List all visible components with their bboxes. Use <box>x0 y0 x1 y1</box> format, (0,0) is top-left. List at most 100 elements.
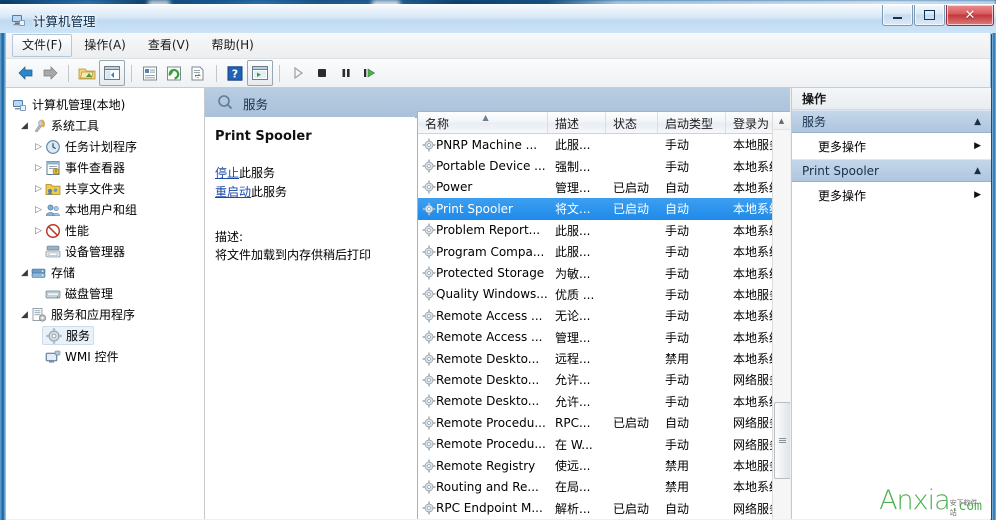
cell-description: 将文... <box>555 202 591 217</box>
start-service-button[interactable] <box>286 61 310 85</box>
column-header-status[interactable]: 状态 <box>606 112 658 133</box>
tree-item-storage[interactable]: ◢ 存储 <box>10 262 204 283</box>
tree-item-disk-management[interactable]: 磁盘管理 <box>10 283 204 304</box>
cell-name: Remote Deskto... <box>418 373 548 387</box>
table-row[interactable]: Routing and Re... 在局... 禁用 本地系统 <box>418 476 790 497</box>
chevron-up-icon[interactable]: ▲ <box>974 117 981 127</box>
table-row[interactable]: Remote Deskto... 允许... 手动 网络服务 <box>418 369 790 390</box>
tree-item-performance[interactable]: ▷ 性能 <box>10 220 204 241</box>
toolbar-separator-1 <box>68 64 69 82</box>
folder-up-icon <box>78 68 96 80</box>
cell-status: 已启动 <box>613 416 650 431</box>
table-row[interactable]: Print Spooler 将文... 已启动 自动 本地系统 <box>418 198 790 220</box>
stop-service-link[interactable]: 停止 <box>215 166 239 180</box>
forward-button[interactable] <box>38 61 62 85</box>
tree-item-task-scheduler[interactable]: ▷ 任务计划程序 <box>10 136 204 157</box>
menu-help[interactable]: 帮助(H) <box>201 34 263 56</box>
menu-view[interactable]: 查看(V) <box>138 34 200 56</box>
table-row[interactable]: Quality Windows... 优质 ... 手动 本地服务 <box>418 284 790 305</box>
column-header-description[interactable]: 描述 <box>548 112 606 133</box>
table-row[interactable]: PNRP Machine ... 此服... 手动 本地服务 <box>418 134 790 155</box>
minimize-button[interactable] <box>882 5 913 26</box>
tree-label: 存储 <box>51 266 76 280</box>
expand-collapse-icon[interactable]: ▷ <box>32 184 45 194</box>
tree-item-wmi-control[interactable]: WMI 控件 <box>10 346 204 367</box>
show-hide-tree-button[interactable] <box>99 60 125 86</box>
services-pane-title: 服务 <box>243 97 269 112</box>
service-gear-icon <box>422 138 436 151</box>
scroll-up-button[interactable]: ▲ <box>773 112 790 130</box>
console-view-button[interactable] <box>247 60 273 86</box>
table-row[interactable]: Protected Storage 为敏... 手动 本地系统 <box>418 262 790 283</box>
expand-collapse-icon[interactable]: ▷ <box>32 205 45 215</box>
computer-management-icon <box>12 15 25 26</box>
tree-item-services-and-apps[interactable]: ◢ 服务和应用程序 <box>10 304 204 325</box>
table-row[interactable]: Remote Registry 使远... 禁用 本地服务 <box>418 455 790 476</box>
export-list-button[interactable] <box>186 61 210 85</box>
stop-service-button[interactable] <box>310 61 334 85</box>
table-row[interactable]: RPC Endpoint M... 解析... 已启动 自动 网络服务 <box>418 498 790 519</box>
restart-service-suffix: 此服务 <box>251 185 288 199</box>
restart-service-button[interactable] <box>358 61 382 85</box>
export-list-icon <box>191 66 204 80</box>
expand-collapse-icon[interactable]: ◢ <box>18 121 31 131</box>
table-row[interactable]: Remote Access ... 无论... 手动 本地系统 <box>418 305 790 326</box>
refresh-button[interactable] <box>162 61 186 85</box>
table-row[interactable]: Remote Procedu... RPC... 已启动 自动 网络服务 <box>418 412 790 433</box>
pause-service-button[interactable] <box>334 61 358 85</box>
tree-item-device-manager[interactable]: 设备管理器 <box>10 241 204 262</box>
menu-file[interactable]: 文件(F) <box>12 34 73 57</box>
up-folder-button[interactable] <box>75 61 99 85</box>
tree-label: 设备管理器 <box>65 245 126 259</box>
help-button[interactable]: ? <box>223 61 247 85</box>
table-row[interactable]: Program Compa... 此服... 手动 本地系统 <box>418 241 790 262</box>
table-row[interactable]: Remote Access ... 管理... 手动 本地系统 <box>418 327 790 348</box>
column-header-label: 登录为 <box>733 117 770 131</box>
table-row[interactable]: Remote Deskto... 远程... 禁用 本地系统 <box>418 348 790 369</box>
disk-management-icon <box>45 290 61 298</box>
service-name: Protected Storage <box>436 266 545 281</box>
tree-item-event-viewer[interactable]: ▷ 事件查看器 <box>10 157 204 178</box>
table-row[interactable]: Remote Deskto... 允许... 手动 本地系统 <box>418 391 790 412</box>
actions-group-print-spooler[interactable]: Print Spooler ▲ <box>792 159 991 182</box>
toolbar-separator-4 <box>279 64 280 82</box>
cell-status: 已启动 <box>613 501 650 516</box>
action-more-actions-print-spooler[interactable]: 更多操作 ▶ <box>792 182 991 208</box>
action-more-actions-services[interactable]: 更多操作 ▶ <box>792 133 991 159</box>
back-button[interactable] <box>14 61 38 85</box>
expand-collapse-icon[interactable]: ▷ <box>32 163 45 173</box>
cell-name: Remote Deskto... <box>418 394 548 408</box>
tree-item-system-tools[interactable]: ◢ 系统工具 <box>10 115 204 136</box>
expand-collapse-icon[interactable]: ▷ <box>32 142 45 152</box>
close-button[interactable]: ✕ <box>946 5 994 26</box>
menu-action[interactable]: 操作(A) <box>74 34 136 56</box>
service-gear-icon <box>422 288 436 301</box>
cell-name: Problem Report... <box>418 223 548 237</box>
expand-collapse-icon[interactable]: ◢ <box>18 310 31 320</box>
table-row[interactable]: Remote Procedu... 在 W... 手动 网络服务 <box>418 433 790 454</box>
cell-description: 管理... <box>555 330 591 345</box>
column-header-startup-type[interactable]: 启动类型 <box>658 112 726 133</box>
maximize-button[interactable] <box>914 5 945 26</box>
table-row[interactable]: Portable Device ... 强制... 手动 本地系统 <box>418 155 790 176</box>
table-row[interactable]: Problem Report... 此服... 手动 本地系统 <box>418 220 790 241</box>
table-row[interactable]: Power 管理... 已启动 自动 本地系统 <box>418 177 790 198</box>
tree-item-shared-folders[interactable]: ▷ 共享文件夹 <box>10 178 204 199</box>
sort-ascending-icon: ▲ <box>482 113 489 122</box>
scrollbar-thumb[interactable] <box>774 402 790 479</box>
cell-startup-type: 手动 <box>665 159 690 174</box>
actions-group-services[interactable]: 服务 ▲ <box>792 110 991 133</box>
tree-label: 系统工具 <box>51 119 100 133</box>
window-right-border <box>992 33 996 520</box>
expand-collapse-icon[interactable]: ▷ <box>32 226 45 236</box>
tree-root[interactable]: 计算机管理(本地) <box>10 94 204 115</box>
chevron-up-icon[interactable]: ▲ <box>974 166 981 176</box>
tree-item-services[interactable]: 服务 <box>10 325 204 346</box>
back-icon <box>18 66 33 80</box>
properties-button[interactable] <box>138 61 162 85</box>
restart-service-link[interactable]: 重启动 <box>215 185 251 199</box>
column-header-name[interactable]: ▲ 名称 <box>418 112 548 133</box>
expand-collapse-icon[interactable]: ◢ <box>18 268 31 278</box>
services-list-scrollbar[interactable]: ▲ <box>772 112 790 519</box>
tree-item-local-users[interactable]: ▷ 本地用户和组 <box>10 199 204 220</box>
